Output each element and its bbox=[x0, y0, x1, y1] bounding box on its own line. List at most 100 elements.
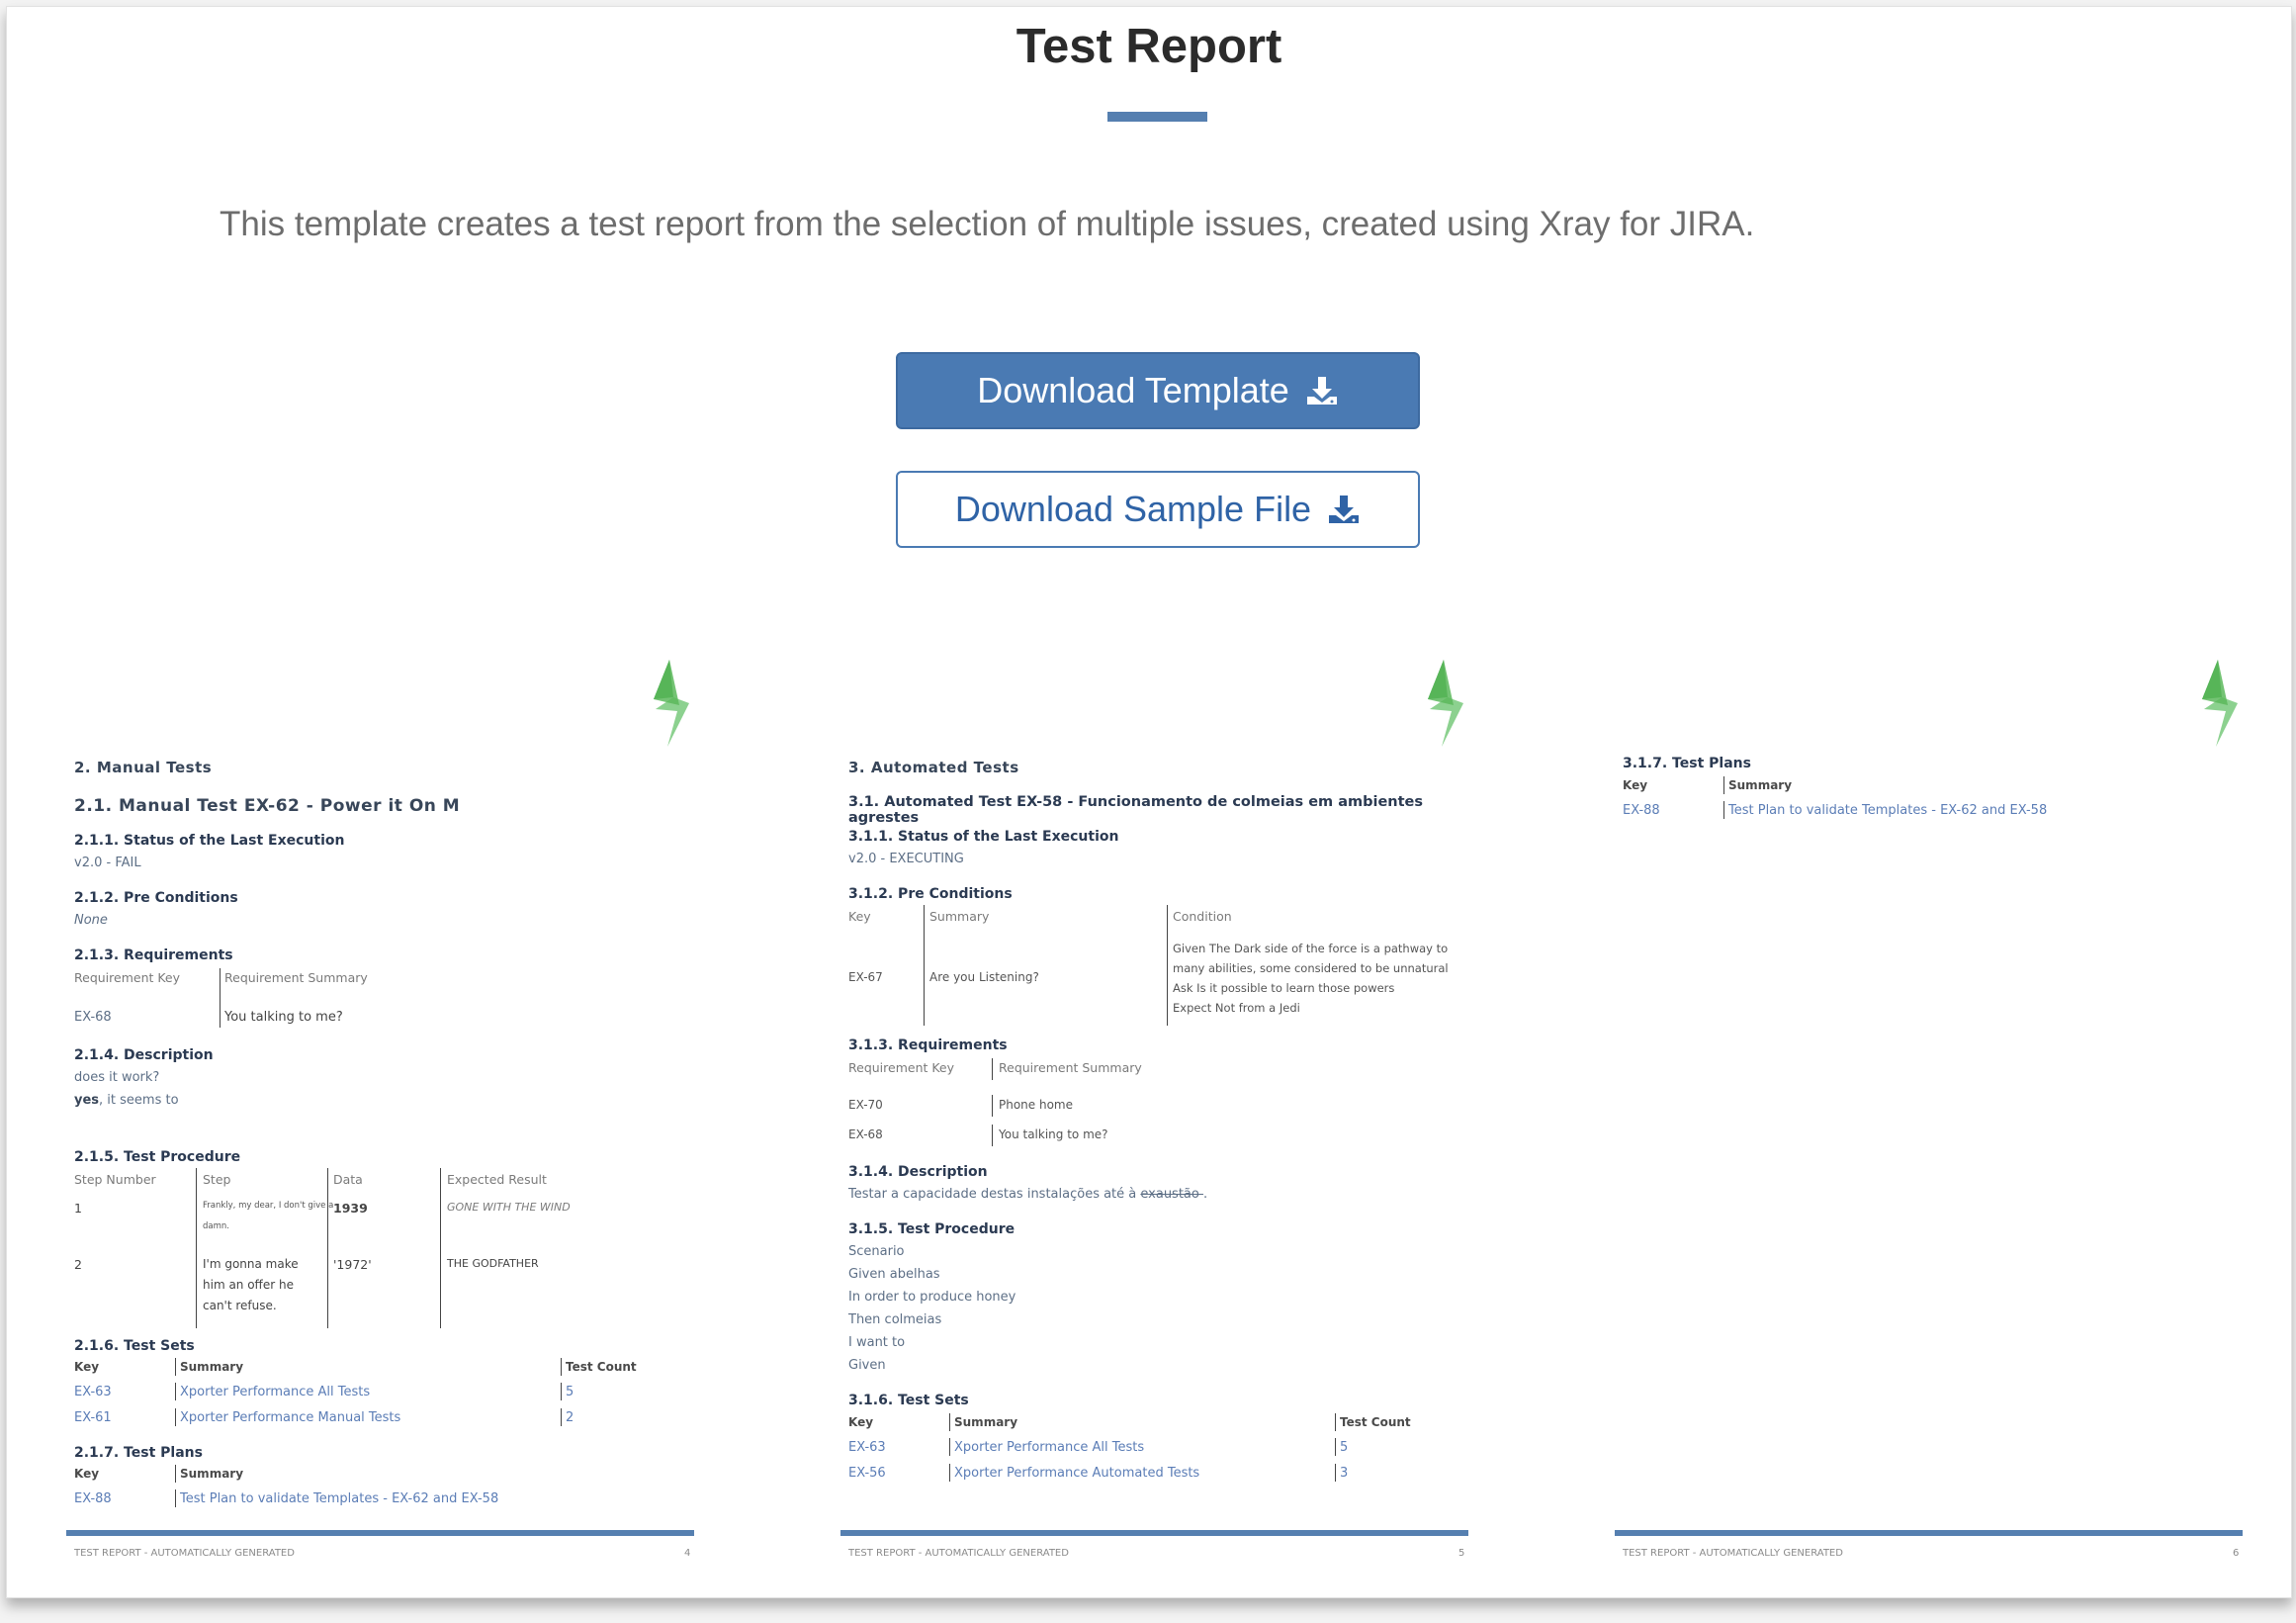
status-value: v2.0 - EXECUTING bbox=[848, 852, 964, 866]
table-cell: 1939 bbox=[333, 1201, 368, 1216]
footer-bar bbox=[840, 1530, 1468, 1536]
table-cell[interactable]: Test Plan to validate Templates - EX-62 … bbox=[180, 1491, 498, 1506]
procedure-line: In order to produce honey bbox=[848, 1290, 1016, 1305]
table-cell[interactable]: EX-88 bbox=[74, 1491, 112, 1506]
table-header: Key bbox=[848, 1415, 874, 1429]
table-cell[interactable]: EX-56 bbox=[848, 1466, 886, 1481]
content-card: Test Report This template creates a test… bbox=[6, 6, 2292, 1598]
table-header: Requirement Key bbox=[848, 1060, 955, 1075]
procedure-line: I want to bbox=[848, 1335, 906, 1350]
table-header: Requirement Key bbox=[74, 970, 181, 985]
subsection-heading: 2.1.2. Pre Conditions bbox=[74, 890, 238, 906]
description-bold: yes bbox=[74, 1093, 100, 1108]
table-cell: 1 bbox=[74, 1201, 82, 1216]
precondition-value: None bbox=[74, 913, 108, 928]
subsection-heading: 2.1.1. Status of the Last Execution bbox=[74, 833, 345, 849]
table-divider bbox=[327, 1168, 328, 1328]
preview-page-5: 3. Automated Tests 3.1. Automated Test E… bbox=[840, 660, 1473, 1570]
subsection-heading: 2.1.4. Description bbox=[74, 1047, 214, 1063]
subsection-heading: 3.1.2. Pre Conditions bbox=[848, 886, 1013, 902]
table-divider bbox=[949, 1464, 950, 1482]
table-cell[interactable]: EX-63 bbox=[74, 1385, 112, 1399]
description-line: does it work? bbox=[74, 1070, 160, 1085]
footer-bar bbox=[66, 1530, 694, 1536]
table-cell: him an offer he bbox=[203, 1278, 294, 1292]
table-header: Requirement Summary bbox=[999, 1060, 1142, 1075]
table-header: Summary bbox=[929, 909, 990, 924]
table-cell[interactable]: Xporter Performance Manual Tests bbox=[180, 1410, 400, 1425]
table-header: Key bbox=[1623, 778, 1648, 792]
preview-page-4: 2. Manual Tests 2.1. Manual Test EX-62 -… bbox=[66, 660, 699, 1570]
procedure-line: Given bbox=[848, 1358, 886, 1373]
subsection-heading: 3.1.5. Test Procedure bbox=[848, 1221, 1016, 1237]
download-sample-button[interactable]: Download Sample File bbox=[896, 471, 1420, 548]
table-cell: 2 bbox=[566, 1410, 574, 1425]
table-cell[interactable]: Xporter Performance All Tests bbox=[180, 1385, 370, 1399]
table-header: Step Number bbox=[74, 1172, 156, 1187]
table-cell[interactable]: Xporter Performance Automated Tests bbox=[954, 1466, 1199, 1481]
page-title: Test Report bbox=[1016, 20, 1282, 73]
table-header: Key bbox=[74, 1360, 100, 1374]
title-underline bbox=[1107, 112, 1207, 122]
test-heading: 3.1. Automated Test EX-58 - Funcionament… bbox=[848, 794, 1424, 826]
table-header: Requirement Summary bbox=[224, 970, 368, 985]
footer-text: TEST REPORT - AUTOMATICALLY GENERATED bbox=[848, 1548, 1069, 1559]
table-cell[interactable]: EX-88 bbox=[1623, 803, 1660, 818]
table-cell[interactable]: EX-63 bbox=[848, 1440, 886, 1455]
procedure-line: Scenario bbox=[848, 1244, 905, 1259]
description-text: , it seems to bbox=[99, 1093, 179, 1108]
section-heading: 2. Manual Tests bbox=[74, 759, 213, 776]
download-sample-label: Download Sample File bbox=[954, 489, 1312, 529]
table-cell: '1972' bbox=[333, 1257, 372, 1272]
table-divider bbox=[949, 1413, 950, 1431]
table-divider bbox=[992, 1058, 993, 1080]
table-divider bbox=[175, 1465, 176, 1483]
intro-text: This template creates a test report from… bbox=[220, 205, 1755, 243]
download-icon bbox=[1305, 375, 1339, 406]
description-text: Testar a capacidade destas instalações a… bbox=[848, 1187, 1141, 1202]
download-template-button[interactable]: Download Template bbox=[896, 352, 1420, 429]
table-cell: 3 bbox=[1340, 1466, 1349, 1481]
condition-line: Expect Not from a Jedi bbox=[1173, 1001, 1300, 1015]
table-header: Step bbox=[203, 1172, 231, 1187]
description-strikethrough: exaustão bbox=[1140, 1187, 1203, 1202]
lightning-bolt-icon bbox=[1424, 660, 1469, 747]
table-divider bbox=[1723, 801, 1724, 819]
table-cell: 5 bbox=[1340, 1440, 1349, 1455]
table-divider bbox=[220, 968, 221, 1028]
footer-text: TEST REPORT - AUTOMATICALLY GENERATED bbox=[74, 1548, 295, 1559]
table-cell: EX-70 bbox=[848, 1098, 883, 1112]
table-header: Test Count bbox=[1340, 1415, 1411, 1429]
table-divider bbox=[992, 1125, 993, 1146]
table-cell: You talking to me? bbox=[999, 1127, 1108, 1141]
table-divider bbox=[1335, 1413, 1336, 1431]
table-cell: can't refuse. bbox=[203, 1299, 277, 1312]
table-divider bbox=[561, 1408, 562, 1426]
table-cell[interactable]: EX-61 bbox=[74, 1410, 112, 1425]
subsection-heading: 3.1.1. Status of the Last Execution bbox=[848, 829, 1119, 845]
preview-page-6: 3.1.7. Test Plans Key Summary EX-88 Test… bbox=[1615, 660, 2248, 1570]
table-divider bbox=[175, 1408, 176, 1426]
table-cell: Phone home bbox=[999, 1098, 1074, 1112]
table-cell: GONE WITH THE WIND bbox=[447, 1201, 571, 1214]
table-cell[interactable]: Test Plan to validate Templates - EX-62 … bbox=[1728, 803, 2047, 818]
table-divider bbox=[1723, 776, 1724, 794]
description-end: . bbox=[1202, 1187, 1208, 1202]
table-cell: I'm gonna make bbox=[203, 1257, 299, 1271]
description-line: yes, it seems to bbox=[74, 1093, 179, 1108]
table-header: Summary bbox=[180, 1360, 244, 1374]
table-cell: EX-67 bbox=[848, 970, 883, 984]
table-header: Summary bbox=[954, 1415, 1018, 1429]
page-number: 5 bbox=[1458, 1548, 1465, 1559]
subsection-heading: 3.1.6. Test Sets bbox=[848, 1393, 969, 1408]
description-line: Testar a capacidade destas instalações a… bbox=[848, 1187, 1207, 1202]
table-cell: Frankly, my dear, I don't give a bbox=[203, 1201, 334, 1211]
table-divider bbox=[1167, 905, 1168, 1026]
table-header: Summary bbox=[180, 1467, 244, 1481]
table-header: Test Count bbox=[566, 1360, 637, 1374]
table-cell[interactable]: Xporter Performance All Tests bbox=[954, 1440, 1144, 1455]
table-divider bbox=[561, 1383, 562, 1400]
table-divider bbox=[175, 1383, 176, 1400]
table-divider bbox=[924, 905, 925, 1026]
table-header: Expected Result bbox=[447, 1172, 547, 1187]
